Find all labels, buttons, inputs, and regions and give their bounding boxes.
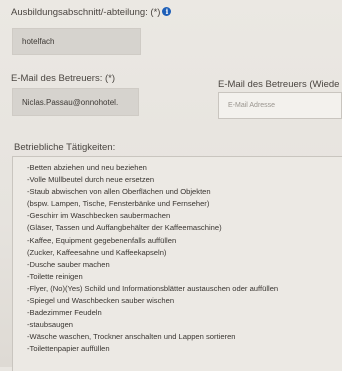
- info-icon[interactable]: i: [162, 7, 172, 16]
- email-betreuer-2-placeholder: E-Mail Adresse: [228, 102, 276, 109]
- taetigkeit-line: -Kaffee, Equipment gegebenenfalls auffül…: [27, 235, 177, 245]
- email-betreuer-label: E-Mail des Betreuers: (*): [11, 73, 116, 84]
- ausbildung-field[interactable]: hotelfach: [12, 28, 141, 55]
- ausbildung-label-text: Ausbildungsabschnitt/-abteilung: (*): [11, 7, 161, 18]
- taetigkeiten-textarea[interactable]: -Betten abziehen und neu beziehen -Volle…: [12, 156, 342, 371]
- ausbildung-value: hotelfach: [22, 37, 55, 46]
- taetigkeit-line: -Betten abziehen und neu beziehen: [27, 163, 147, 172]
- taetigkeit-line: (bspw. Lampen, Tische, Fensterbänke und …: [27, 199, 210, 209]
- taetigkeit-line: -Dusche sauber machen: [27, 259, 110, 269]
- email-betreuer-2-input[interactable]: E-Mail Adresse: [218, 92, 342, 119]
- taetigkeiten-label: Betriebliche Tätigkeiten:: [14, 142, 116, 153]
- taetigkeit-line: -staubsaugen: [27, 320, 74, 330]
- ausbildung-label: Ausbildungsabschnitt/-abteilung: (*) i: [11, 7, 172, 18]
- taetigkeit-line: -Toilettenpapier auffüllen: [27, 344, 110, 354]
- taetigkeit-line: -Spiegel und Waschbecken sauber wischen: [27, 296, 175, 306]
- email-betreuer-2-label: E-Mail des Betreuers (Wiede: [218, 79, 340, 90]
- taetigkeit-line: (Zucker, Kaffeesahne und Kaffeekapseln): [27, 247, 167, 257]
- email-betreuer-value: Niclas.Passau@onnohotel.: [22, 97, 119, 107]
- taetigkeit-line: -Badezimmer Feudeln: [27, 308, 102, 318]
- taetigkeit-line: -Toilette reinigen: [27, 271, 83, 281]
- taetigkeit-line: -Staub abwischen von allen Oberflächen u…: [27, 187, 211, 197]
- email-betreuer-field[interactable]: Niclas.Passau@onnohotel.: [12, 88, 139, 116]
- taetigkeit-line: -Flyer, (No)(Yes) Schild und Information…: [27, 283, 279, 293]
- taetigkeit-line: (Gläser, Tassen und Auffangbehälter der …: [27, 223, 222, 233]
- taetigkeit-line: -Geschirr im Waschbecken saubermachen: [27, 211, 171, 221]
- taetigkeit-line: -Wäsche waschen, Trockner anschalten und…: [27, 332, 236, 342]
- form-page: Ausbildungsabschnitt/-abteilung: (*) i ho…: [0, 0, 342, 371]
- taetigkeit-line: -Volle Müllbeutel durch neue ersetzen: [27, 175, 155, 185]
